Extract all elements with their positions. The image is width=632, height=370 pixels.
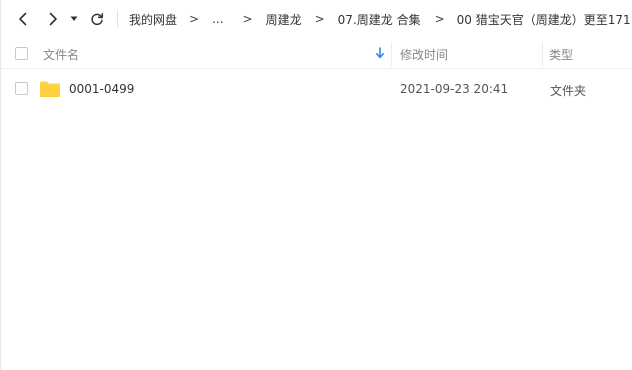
breadcrumb-item-folder[interactable]: 周建龙: [266, 11, 302, 28]
table-row[interactable]: 0001-0499 2021-09-23 20:41 文件夹: [1, 72, 632, 106]
row-checkbox[interactable]: [15, 82, 28, 95]
breadcrumb: 我的网盘 > ... > 周建龙 > 07.周建龙 合集 > 00 猎宝天官（周…: [129, 0, 632, 38]
column-header-type[interactable]: 类型: [549, 46, 573, 63]
refresh-button[interactable]: [87, 9, 107, 29]
history-dropdown-button[interactable]: [67, 9, 81, 29]
nav-divider: [117, 10, 118, 28]
forward-button[interactable]: [43, 9, 63, 29]
navigation-bar: 我的网盘 > ... > 周建龙 > 07.周建龙 合集 > 00 猎宝天官（周…: [1, 0, 632, 38]
breadcrumb-item-root[interactable]: 我的网盘: [129, 11, 177, 28]
breadcrumb-item-current[interactable]: 00 猎宝天官（周建龙）更至171: [457, 11, 631, 28]
column-divider[interactable]: [542, 42, 543, 66]
file-name[interactable]: 0001-0499: [69, 82, 134, 96]
refresh-icon: [90, 12, 104, 26]
folder-icon: [39, 80, 61, 101]
select-all-checkbox[interactable]: [15, 47, 28, 60]
breadcrumb-separator: >: [434, 12, 445, 26]
chevron-right-icon: [48, 12, 58, 26]
caret-down-icon: [70, 16, 78, 22]
breadcrumb-separator: >: [189, 12, 200, 26]
chevron-left-icon: [18, 12, 28, 26]
sort-down-arrow-icon[interactable]: [375, 47, 385, 62]
breadcrumb-item-collection[interactable]: 07.周建龙 合集: [338, 11, 421, 28]
file-list-header: 文件名 修改时间 类型: [1, 38, 632, 69]
breadcrumb-separator: >: [242, 12, 253, 26]
column-header-modified[interactable]: 修改时间: [400, 46, 448, 63]
file-modified-time: 2021-09-23 20:41: [400, 82, 509, 96]
file-type: 文件夹: [550, 84, 587, 98]
breadcrumb-separator: >: [314, 12, 325, 26]
back-button[interactable]: [13, 9, 33, 29]
file-browser-window: 我的网盘 > ... > 周建龙 > 07.周建龙 合集 > 00 猎宝天官（周…: [0, 0, 632, 370]
breadcrumb-item-ellipsis[interactable]: ...: [212, 12, 223, 26]
column-header-name[interactable]: 文件名: [43, 46, 79, 63]
column-divider[interactable]: [391, 42, 392, 66]
